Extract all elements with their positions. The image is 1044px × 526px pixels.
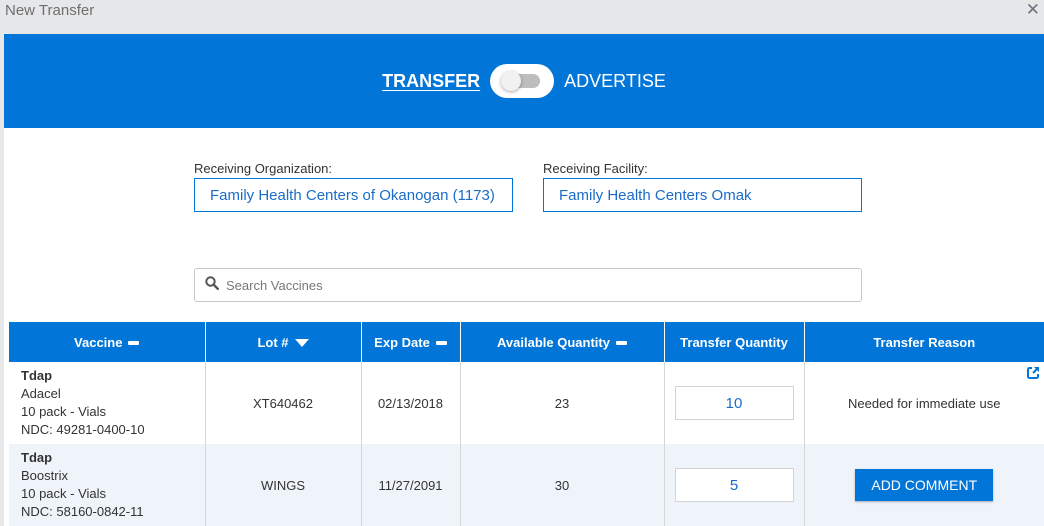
transfer-qty-cell bbox=[663, 444, 804, 526]
transfer-qty-input[interactable] bbox=[674, 386, 794, 420]
transfer-reason-cell: Needed for immediate use bbox=[803, 362, 1044, 444]
column-header-available-qty[interactable]: Available Quantity bbox=[459, 322, 664, 362]
vaccine-ndc: NDC: 58160-0842-11 bbox=[21, 504, 144, 519]
mode-toggle: TRANSFER ADVERTISE bbox=[4, 34, 1044, 128]
search-vaccines-box[interactable] bbox=[194, 268, 862, 302]
lot-cell: XT640462 bbox=[204, 362, 361, 444]
transfer-qty-input[interactable] bbox=[674, 468, 794, 502]
receiving-org-field[interactable]: Family Health Centers of Okanogan (1173) bbox=[194, 178, 513, 212]
add-comment-button[interactable]: ADD COMMENT bbox=[855, 469, 994, 501]
vaccine-brand: Boostrix bbox=[21, 468, 68, 483]
vaccine-cell: Tdap Boostrix 10 pack - Vials NDC: 58160… bbox=[9, 444, 205, 526]
transfer-reason-cell: ADD COMMENT bbox=[803, 444, 1044, 526]
exp-date-cell: 11/27/2091 bbox=[360, 444, 460, 526]
column-header-transfer-reason: Transfer Reason bbox=[803, 322, 1044, 362]
table-row: Tdap Boostrix 10 pack - Vials NDC: 58160… bbox=[9, 444, 1044, 526]
exp-date-cell: 02/13/2018 bbox=[360, 362, 460, 444]
column-header-vaccine[interactable]: Vaccine bbox=[9, 322, 205, 362]
advertise-mode-label[interactable]: ADVERTISE bbox=[564, 71, 666, 92]
minus-icon bbox=[128, 341, 140, 346]
transfer-mode-label[interactable]: TRANSFER bbox=[382, 71, 480, 92]
receiving-facility-label: Receiving Facility: bbox=[543, 161, 648, 176]
receiving-org-label: Receiving Organization: bbox=[194, 161, 333, 176]
vaccine-name: Tdap bbox=[21, 368, 53, 383]
dialog-body: TRANSFER ADVERTISE Receiving Organizatio… bbox=[4, 34, 1044, 526]
dialog-title: New Transfer bbox=[5, 2, 95, 19]
caret-down-icon bbox=[294, 339, 309, 348]
table-row: Tdap Adacel 10 pack - Vials NDC: 49281-0… bbox=[9, 362, 1044, 444]
vaccine-ndc: NDC: 49281-0400-10 bbox=[21, 422, 145, 437]
external-edit-icon[interactable] bbox=[1027, 366, 1040, 382]
minus-icon bbox=[615, 341, 627, 346]
vaccine-transfer-table: Vaccine Lot # Exp Date Available Quantit… bbox=[9, 322, 1044, 526]
lot-cell: WINGS bbox=[204, 444, 361, 526]
dialog-titlebar: New Transfer ✕ bbox=[0, 0, 1044, 34]
table-header-row: Vaccine Lot # Exp Date Available Quantit… bbox=[9, 322, 1044, 362]
mode-switch[interactable] bbox=[490, 64, 555, 98]
minus-icon bbox=[435, 341, 447, 346]
close-icon[interactable]: ✕ bbox=[1026, 0, 1040, 20]
transfer-qty-cell bbox=[663, 362, 804, 444]
vaccine-pack: 10 pack - Vials bbox=[21, 404, 107, 419]
vaccine-pack: 10 pack - Vials bbox=[21, 486, 107, 501]
search-vaccines-input[interactable] bbox=[226, 277, 861, 293]
vaccine-name: Tdap bbox=[21, 450, 53, 465]
column-header-lot[interactable]: Lot # bbox=[204, 322, 361, 362]
available-qty-cell: 23 bbox=[459, 362, 664, 444]
mode-banner: TRANSFER ADVERTISE bbox=[4, 34, 1044, 128]
switch-knob[interactable] bbox=[501, 71, 522, 91]
column-header-exp-date[interactable]: Exp Date bbox=[360, 322, 460, 362]
receiving-facility-field[interactable]: Family Health Centers Omak bbox=[543, 178, 862, 212]
vaccine-brand: Adacel bbox=[21, 386, 61, 401]
available-qty-cell: 30 bbox=[459, 444, 664, 526]
column-header-transfer-qty: Transfer Quantity bbox=[663, 322, 804, 362]
vaccine-cell: Tdap Adacel 10 pack - Vials NDC: 49281-0… bbox=[9, 362, 205, 444]
search-icon bbox=[205, 275, 220, 295]
transfer-reason-text: Needed for immediate use bbox=[848, 395, 1001, 411]
